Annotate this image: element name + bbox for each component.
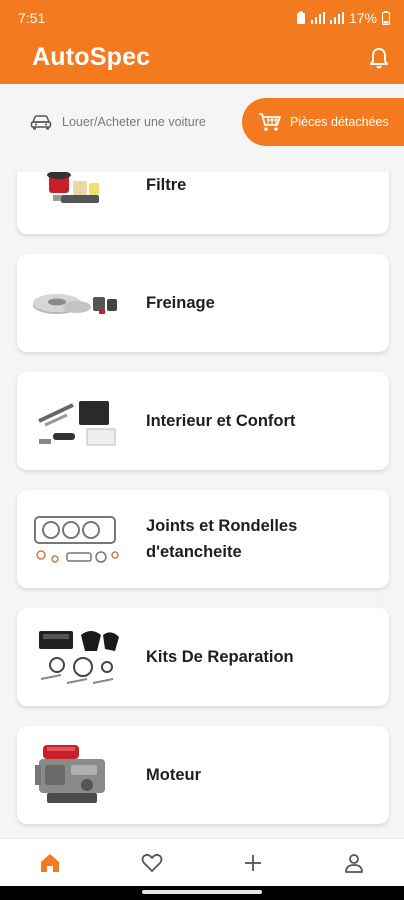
filter-parts-image (47, 172, 99, 203)
tab-rent-buy-car[interactable]: Louer/Acheter une voiture (30, 112, 206, 132)
category-label: Interieur et Confort (146, 412, 296, 430)
app-header: 7:51 17% AutoSpec (0, 0, 404, 84)
battery-icon (382, 11, 390, 25)
tab-rent-buy-label: Louer/Acheter une voiture (62, 115, 206, 129)
signal-icon-2 (329, 12, 344, 24)
status-icons: 17% (296, 10, 390, 26)
signal-icon (310, 12, 325, 24)
car-icon (30, 115, 52, 130)
battery-percent: 17% (348, 10, 377, 26)
tab-spare-parts[interactable]: Pièces détachées (242, 98, 404, 146)
brake-parts-image (33, 294, 117, 314)
engine-parts-image (35, 745, 105, 803)
category-list: Filtre Freinage Interieur et Confort Joi… (0, 172, 404, 838)
category-card-interieur[interactable]: Interieur et Confort (17, 372, 389, 470)
system-navigation-bar (0, 886, 404, 900)
category-card-moteur[interactable]: Moteur (17, 726, 389, 824)
app-title: AutoSpec (32, 43, 151, 71)
cart-icon (259, 113, 281, 131)
status-bar: 7:51 17% (0, 0, 404, 36)
repair-kit-parts-image (39, 631, 119, 684)
category-tabs: Louer/Acheter une voiture Pièces détaché… (0, 84, 404, 172)
category-card-filtre[interactable]: Filtre (17, 172, 389, 234)
home-icon[interactable] (38, 851, 62, 875)
category-label: Freinage (146, 294, 215, 312)
notification-bell-icon[interactable] (368, 46, 390, 70)
tab-spare-parts-label: Pièces détachées (290, 115, 389, 129)
home-gesture-handle[interactable] (142, 890, 262, 894)
status-time: 7:51 (18, 10, 46, 26)
battery-saver-icon (296, 11, 305, 24)
heart-icon[interactable] (140, 851, 164, 875)
profile-icon[interactable] (342, 851, 366, 875)
plus-icon[interactable] (241, 851, 265, 875)
category-label: Kits De Reparation (146, 648, 294, 666)
category-card-joints[interactable]: Joints et Rondelles d'etancheite (17, 490, 389, 588)
category-card-kits[interactable]: Kits De Reparation (17, 608, 389, 706)
interior-parts-image (38, 401, 116, 446)
category-label: Filtre (146, 176, 187, 194)
category-card-freinage[interactable]: Freinage (17, 254, 389, 352)
gasket-parts-image (34, 516, 119, 563)
category-label: Moteur (146, 766, 201, 784)
category-label: Joints et Rondelles d'etancheite (146, 517, 298, 561)
bottom-navigation (0, 838, 404, 886)
